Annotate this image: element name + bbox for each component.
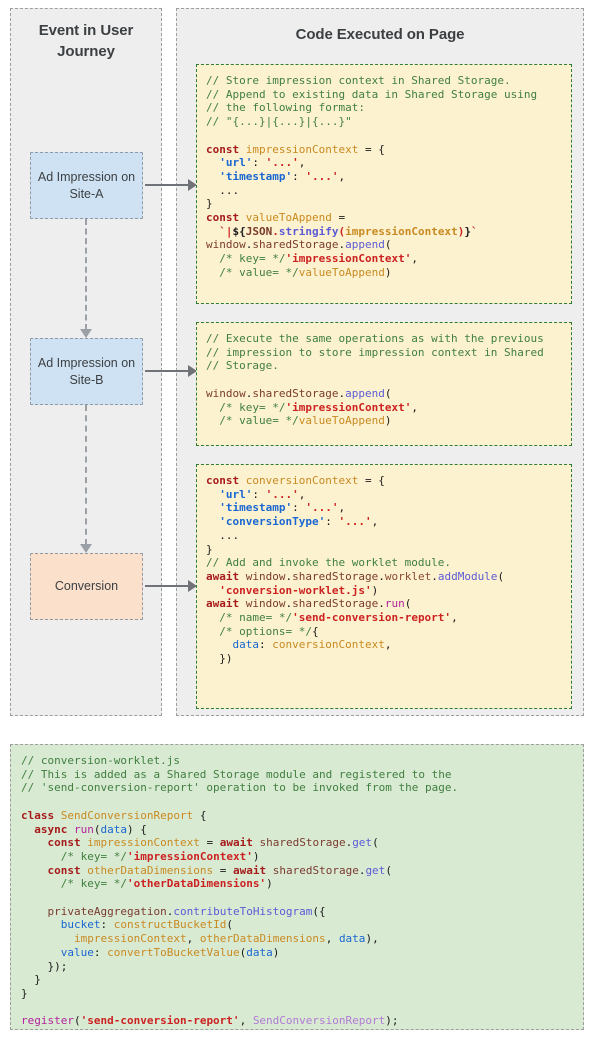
connector-line xyxy=(145,370,189,372)
event-box-label: Ad Impression on Site-B xyxy=(37,355,136,387)
code-block-conversion[interactable]: const conversionContext = { 'url': '...'… xyxy=(196,464,572,709)
connector-line xyxy=(85,405,87,545)
code-block-conversion-worklet[interactable]: // conversion-worklet.js // This is adde… xyxy=(10,744,584,1030)
connector-line xyxy=(145,585,189,587)
event-box-label: Conversion xyxy=(54,579,119,593)
connector-line xyxy=(145,184,189,186)
code-block-impression-site-b[interactable]: // Execute the same operations as with t… xyxy=(196,322,572,446)
event-box-conversion[interactable]: Conversion xyxy=(30,553,143,620)
column-left-title: Event in User Journey xyxy=(38,22,134,60)
arrowhead-down-icon xyxy=(80,544,92,553)
flow-connector-down-arrow-icon xyxy=(80,219,92,338)
arrowhead-down-icon xyxy=(80,329,92,338)
connector-line xyxy=(85,219,87,330)
flow-connector-right-arrow-icon xyxy=(145,580,197,592)
flow-connector-right-arrow-icon xyxy=(145,179,197,191)
diagram-canvas: Event in User Journey Code Executed on P… xyxy=(0,0,594,1038)
flow-connector-right-arrow-icon xyxy=(145,365,197,377)
event-box-ad-impression-site-a[interactable]: Ad Impression on Site-A xyxy=(30,152,143,219)
event-box-label: Ad Impression on Site-A xyxy=(37,169,136,201)
code-block-impression-site-a[interactable]: // Store impression context in Shared St… xyxy=(196,64,572,304)
flow-connector-down-arrow-icon xyxy=(80,405,92,553)
column-right-title: Code Executed on Page xyxy=(295,26,465,43)
event-box-ad-impression-site-b[interactable]: Ad Impression on Site-B xyxy=(30,338,143,405)
